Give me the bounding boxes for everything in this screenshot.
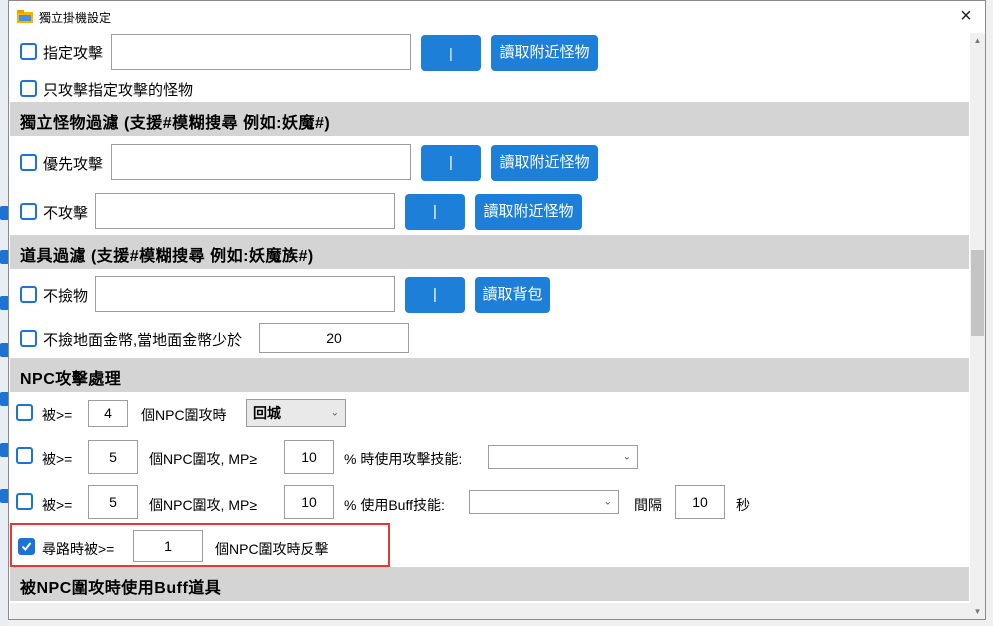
npc-flee-action-value: 回城 — [253, 405, 281, 421]
read-backpack-button[interactable]: 讀取背包 — [475, 277, 550, 313]
chevron-down-icon: ⌄ — [603, 496, 612, 508]
priority-attack-checkbox[interactable] — [20, 154, 37, 171]
npc-buff-interval-input[interactable]: 10 — [675, 485, 725, 519]
close-button[interactable]: × — [955, 5, 977, 27]
npc-flee-action-select[interactable]: 回城 ⌄ — [246, 399, 346, 427]
scroll-up-icon[interactable]: ▲ — [970, 33, 985, 48]
npc-attack-skill-prefix: 被>= — [42, 451, 73, 467]
priority-attack-label: 優先攻擊 — [43, 156, 104, 173]
item-filter-section: 道具過濾 (支援#模糊搜尋 例如:妖魔族#) — [10, 235, 969, 269]
npc-flee-text: 個NPC圍攻時 — [141, 407, 227, 423]
counterattack-checkbox[interactable] — [18, 538, 35, 555]
npc-attack-skill-text: 個NPC圍攻, MP≥ — [149, 451, 258, 467]
section-title: NPC攻擊處理 — [20, 371, 122, 388]
no-attack-input[interactable] — [95, 193, 395, 229]
npc-attack-skill-suffix: % 時使用攻擊技能: — [344, 451, 463, 467]
npc-buff-skill-select[interactable]: ⌄ — [469, 490, 619, 514]
npc-buff-interval-unit: 秒 — [736, 497, 750, 513]
priority-attack-fetch-button[interactable]: 讀取附近怪物 — [491, 145, 598, 181]
npc-attack-section: NPC攻擊處理 — [10, 358, 969, 392]
background-app — [0, 0, 8, 626]
buff-items-section: 被NPC圍攻時使用Buff道具 — [10, 567, 969, 601]
settings-content: 指定攻擊 | 讀取附近怪物 只攻擊指定攻擊的怪物 獨立怪物過濾 (支援#模糊搜尋… — [10, 33, 969, 603]
monster-filter-section: 獨立怪物過濾 (支援#模糊搜尋 例如:妖魔#) — [10, 102, 969, 136]
npc-flee-count-input[interactable]: 4 — [88, 400, 128, 427]
npc-buff-skill-checkbox[interactable] — [16, 493, 33, 510]
counterattack-prefix: 尋路時被>= — [42, 541, 115, 557]
vertical-scrollbar[interactable]: ▲ ▼ — [970, 33, 985, 619]
chevron-down-icon: ⌄ — [622, 451, 631, 463]
settings-dialog: 獨立掛機設定 × 指定攻擊 | 讀取附近怪物 只攻擊指定攻擊的怪物 獨立怪物過濾… — [8, 0, 986, 620]
no-pick-label: 不撿物 — [43, 288, 89, 305]
no-attack-separator-button[interactable]: | — [405, 194, 465, 230]
no-gold-label: 不撿地面金幣,當地面金幣少於 — [43, 332, 243, 349]
specify-attack-fetch-button[interactable]: 讀取附近怪物 — [491, 35, 598, 71]
npc-buff-skill-count-input[interactable]: 5 — [88, 485, 138, 519]
only-attack-label: 只攻擊指定攻擊的怪物 — [43, 82, 194, 99]
specify-attack-input[interactable] — [111, 34, 411, 70]
folder-icon — [17, 10, 33, 23]
npc-buff-interval-label: 間隔 — [634, 497, 662, 513]
npc-buff-skill-prefix: 被>= — [42, 497, 73, 513]
specify-attack-separator-button[interactable]: | — [421, 35, 481, 71]
priority-attack-separator-button[interactable]: | — [421, 145, 481, 181]
section-title: 獨立怪物過濾 (支援#模糊搜尋 例如:妖魔#) — [20, 115, 331, 132]
chevron-down-icon: ⌄ — [330, 407, 339, 419]
npc-flee-checkbox[interactable] — [16, 404, 33, 421]
no-attack-label: 不攻擊 — [43, 205, 89, 222]
npc-buff-skill-text: 個NPC圍攻, MP≥ — [149, 497, 258, 513]
npc-buff-skill-mp-input[interactable]: 10 — [284, 485, 334, 519]
section-title: 被NPC圍攻時使用Buff道具 — [20, 580, 222, 597]
no-pick-checkbox[interactable] — [20, 286, 37, 303]
counterattack-text: 個NPC圍攻時反擊 — [215, 541, 329, 557]
priority-attack-input[interactable] — [111, 144, 411, 180]
npc-attack-skill-checkbox[interactable] — [16, 447, 33, 464]
specify-attack-label: 指定攻擊 — [43, 45, 104, 62]
counterattack-count-input[interactable]: 1 — [133, 530, 203, 562]
npc-attack-skill-count-input[interactable]: 5 — [88, 440, 138, 474]
no-gold-checkbox[interactable] — [20, 330, 37, 347]
npc-buff-skill-suffix: % 使用Buff技能: — [344, 497, 445, 513]
section-title: 道具過濾 (支援#模糊搜尋 例如:妖魔族#) — [20, 248, 314, 265]
gold-threshold-input[interactable]: 20 — [259, 323, 409, 353]
horizontal-scrollbar[interactable] — [10, 603, 970, 619]
only-attack-checkbox[interactable] — [20, 80, 37, 97]
npc-flee-prefix: 被>= — [42, 407, 73, 423]
scroll-down-icon[interactable]: ▼ — [970, 604, 985, 619]
checkmark-icon — [21, 542, 32, 552]
no-pick-input[interactable] — [95, 276, 395, 312]
window-title: 獨立掛機設定 — [39, 11, 112, 25]
title-bar: 獨立掛機設定 × — [9, 1, 985, 33]
no-attack-fetch-button[interactable]: 讀取附近怪物 — [475, 194, 582, 230]
specify-attack-checkbox[interactable] — [20, 43, 37, 60]
no-attack-checkbox[interactable] — [20, 203, 37, 220]
npc-attack-skill-mp-input[interactable]: 10 — [284, 440, 334, 474]
scrollbar-thumb[interactable] — [971, 250, 984, 336]
no-pick-separator-button[interactable]: | — [405, 277, 465, 313]
npc-attack-skill-select[interactable]: ⌄ — [488, 445, 638, 469]
